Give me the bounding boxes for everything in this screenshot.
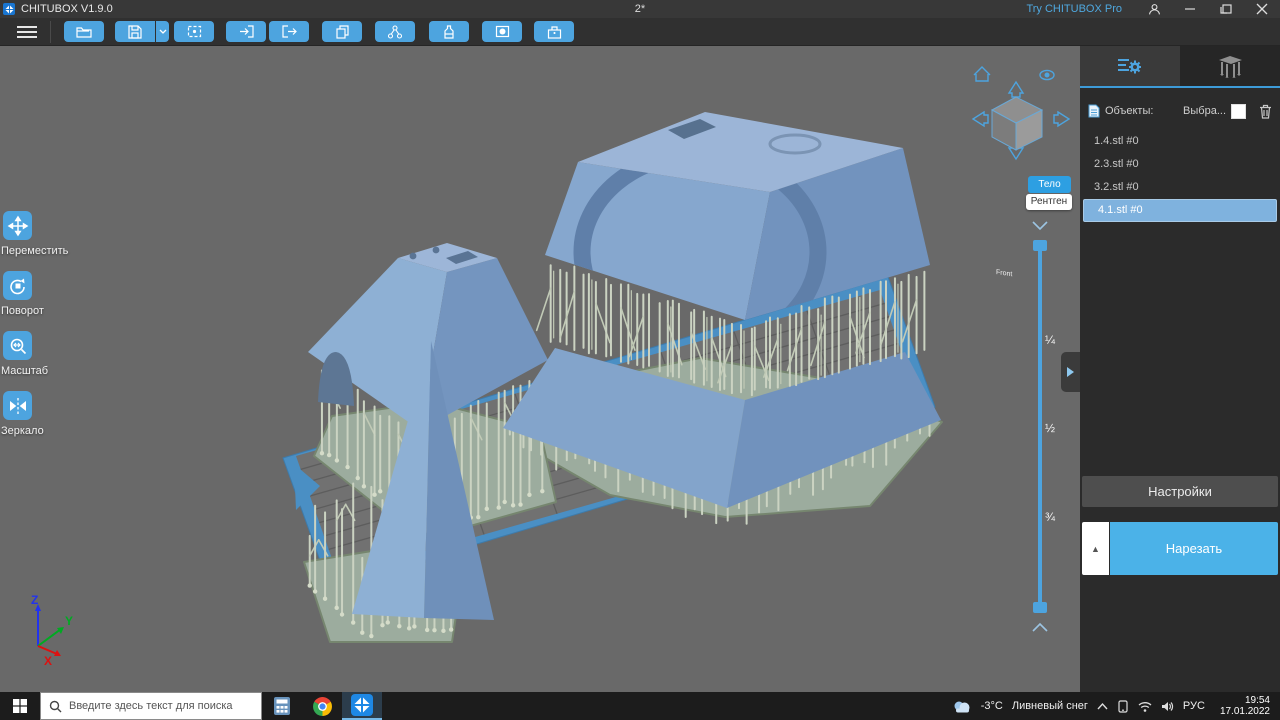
import-button[interactable]: [226, 21, 266, 42]
main-toolbar: [0, 18, 1280, 46]
slider-label-three-quarter: ¾: [1045, 510, 1056, 524]
windows-logo-icon: [13, 699, 27, 713]
view-navigation: Front Right: [971, 66, 1071, 278]
list-item[interactable]: 2.3.stl #0: [1080, 153, 1280, 176]
taskbar-clock[interactable]: 19:54 17.01.2022: [1214, 695, 1276, 717]
panel-tabs: [1080, 46, 1280, 88]
layer-slider-handle-bottom[interactable]: [1033, 602, 1047, 613]
minimize-button[interactable]: [1172, 0, 1208, 18]
dig-hole-button[interactable]: [534, 21, 574, 42]
delete-trash-icon[interactable]: [1259, 104, 1272, 119]
save-button[interactable]: [115, 21, 155, 42]
taskbar-app-chitubox[interactable]: [342, 692, 382, 720]
clock-time: 19:54: [1244, 695, 1270, 706]
list-item[interactable]: 4.1.stl #0: [1083, 199, 1277, 222]
panel-expander-button[interactable]: [1061, 352, 1080, 392]
right-panel: Объекты: Выбра... 1.4.stl #0 2.3.stl #0 3.…: [1080, 46, 1280, 692]
tray-volume-icon[interactable]: [1161, 701, 1174, 712]
menu-button[interactable]: [10, 21, 44, 43]
clock-date: 17.01.2022: [1219, 706, 1270, 717]
selected-label: Выбра...: [1183, 105, 1226, 117]
hollow-button[interactable]: [482, 21, 522, 42]
tray-device-icon[interactable]: [1117, 699, 1129, 713]
svg-text:X: X: [44, 654, 52, 668]
support-icon: [1219, 56, 1242, 78]
support-network-button[interactable]: [375, 21, 415, 42]
view-mode-body-button[interactable]: Тело: [1028, 176, 1071, 193]
objects-label: Объекты:: [1105, 105, 1154, 117]
home-view-icon[interactable]: [973, 66, 991, 82]
chitubox-taskbar-icon: [351, 694, 373, 716]
list-item[interactable]: 1.4.stl #0: [1080, 130, 1280, 153]
3d-scene[interactable]: Z Y X Front: [0, 46, 1080, 692]
taskbar-app-calculator[interactable]: [262, 692, 302, 720]
toolbar-separator: [50, 20, 51, 43]
tray-chevron-up-icon[interactable]: [1097, 702, 1108, 710]
search-icon: [49, 700, 62, 712]
account-icon[interactable]: [1136, 0, 1172, 18]
slider-label-quarter: ¼: [1045, 333, 1056, 347]
close-button[interactable]: [1244, 0, 1280, 18]
weather-condition[interactable]: Ливневый снег: [1012, 700, 1088, 712]
svg-text:Y: Y: [65, 614, 73, 628]
scale-icon[interactable]: [3, 331, 32, 360]
calculator-icon: [274, 697, 290, 715]
slice-settings-icon: [1118, 59, 1141, 74]
windows-taskbar: -3°C Ливневый снег РУС 19:54 17.01.2022: [0, 692, 1280, 720]
search-input[interactable]: [69, 700, 249, 712]
layer-slider-track[interactable]: [1038, 246, 1042, 608]
copy-button[interactable]: [322, 21, 362, 42]
try-pro-link[interactable]: Try CHITUBOX Pro: [1026, 3, 1122, 15]
axis-indicator: Z Y X: [31, 593, 73, 668]
taskbar-app-chrome[interactable]: [302, 692, 342, 720]
maximize-button[interactable]: [1208, 0, 1244, 18]
slice-options-button[interactable]: ▲: [1082, 522, 1109, 575]
svg-text:Z: Z: [31, 593, 38, 607]
view-mode-xray-button[interactable]: Рентген: [1026, 194, 1072, 210]
tray-network-icon[interactable]: [1138, 701, 1152, 712]
slider-bottom-chevron-icon[interactable]: [1032, 622, 1048, 632]
select-region-button[interactable]: [174, 21, 214, 42]
tab-slice-settings[interactable]: [1080, 46, 1180, 86]
save-options-chevron[interactable]: [156, 21, 169, 42]
export-button[interactable]: [269, 21, 309, 42]
slider-top-chevron-icon[interactable]: [1032, 221, 1048, 231]
settings-button[interactable]: Настройки: [1082, 476, 1278, 507]
rotate-right-arrow[interactable]: [1053, 110, 1071, 128]
rotate-left-arrow[interactable]: [971, 110, 989, 128]
chrome-icon: [312, 696, 332, 716]
weather-temperature[interactable]: -3°C: [981, 700, 1003, 712]
slice-button[interactable]: Нарезать: [1110, 522, 1278, 575]
language-indicator[interactable]: РУС: [1183, 700, 1205, 712]
weather-icon[interactable]: [952, 699, 972, 714]
object-list: 1.4.stl #0 2.3.stl #0 3.2.stl #0 4.1.stl #0: [1080, 130, 1280, 222]
chitubox-window: CHITUBOX V1.9.0 2* Try CHITUBOX Pro Z Y …: [0, 0, 1280, 720]
open-file-button[interactable]: [64, 21, 104, 42]
objects-document-icon: [1088, 104, 1100, 118]
layer-slider-handle-top[interactable]: [1033, 240, 1047, 251]
select-all-checkbox[interactable]: [1231, 103, 1246, 119]
3d-viewport[interactable]: Z Y X Front Переместить Поворот Масштаб …: [0, 46, 1080, 692]
mirror-icon[interactable]: [3, 391, 32, 420]
titlebar: CHITUBOX V1.9.0 2* Try CHITUBOX Pro: [0, 0, 1280, 18]
rotate-icon[interactable]: [3, 271, 32, 300]
move-icon[interactable]: [3, 211, 32, 240]
tab-support[interactable]: [1180, 46, 1280, 86]
svg-text:Front: Front: [996, 269, 1012, 278]
perspective-eye-icon[interactable]: [1039, 69, 1055, 81]
list-item[interactable]: 3.2.stl #0: [1080, 176, 1280, 199]
resin-button[interactable]: [429, 21, 469, 42]
rotate-up-arrow[interactable]: [1007, 80, 1025, 98]
slider-label-half: ½: [1045, 421, 1056, 435]
start-button[interactable]: [0, 692, 40, 720]
taskbar-search[interactable]: [40, 692, 262, 720]
